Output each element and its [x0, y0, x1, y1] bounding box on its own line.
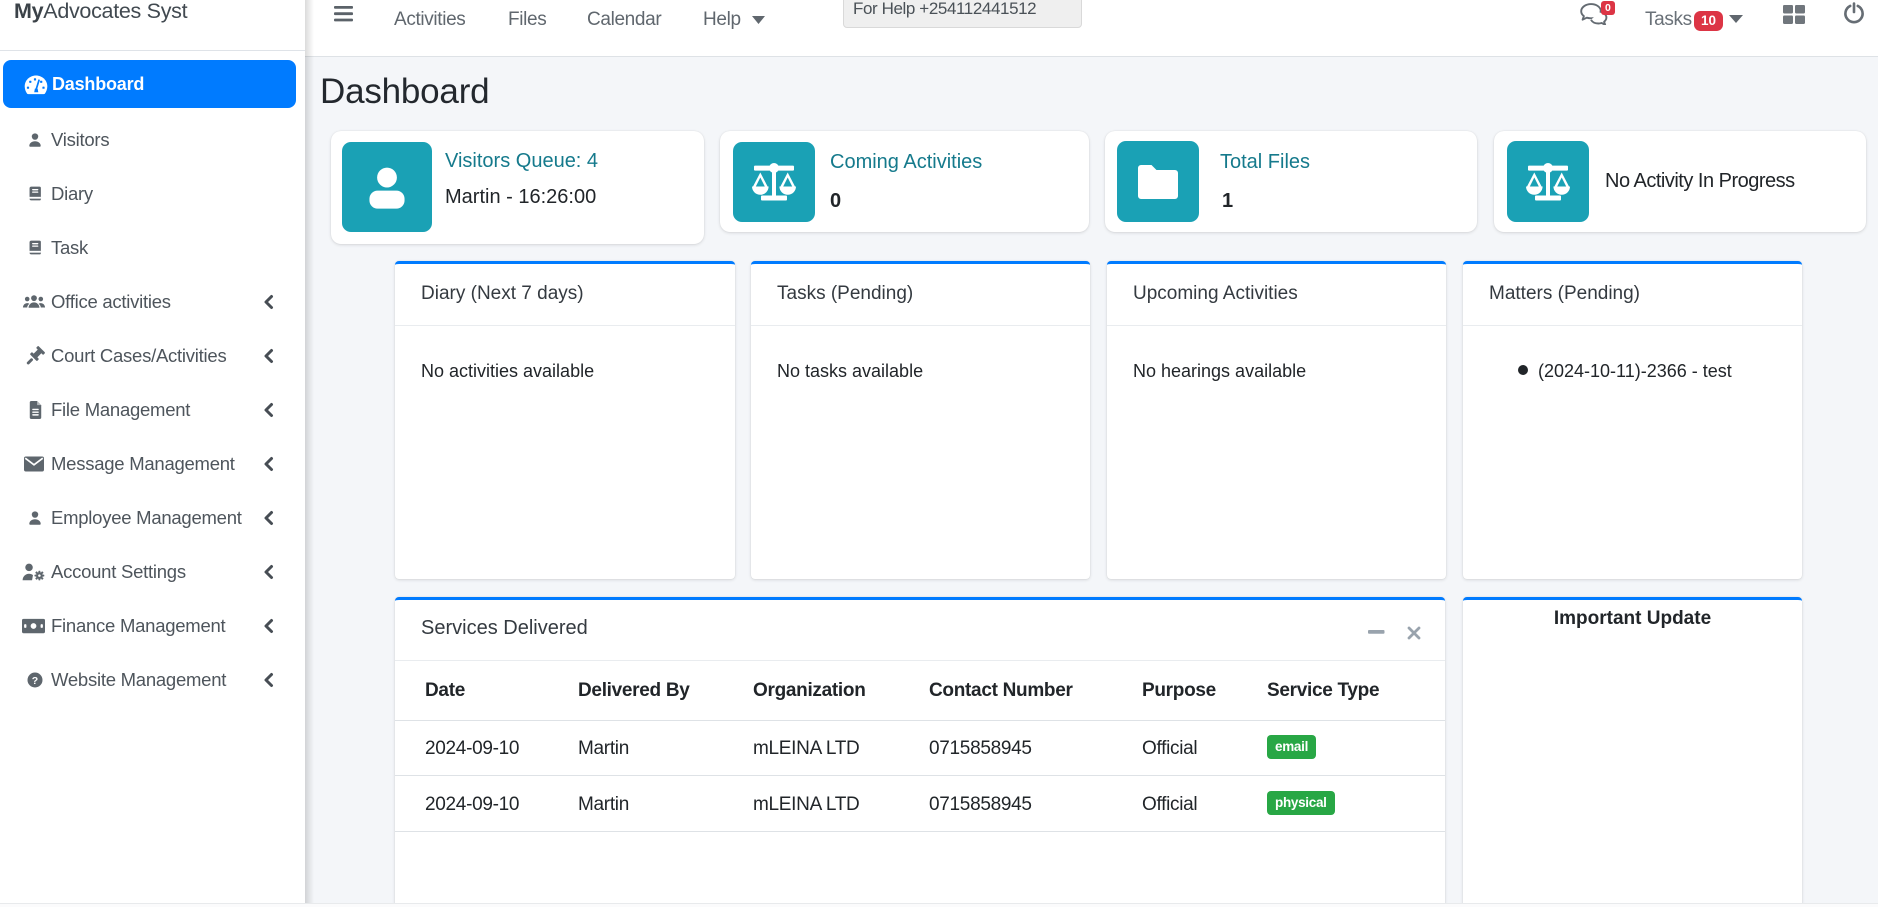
svg-text:?: ?	[32, 675, 38, 687]
